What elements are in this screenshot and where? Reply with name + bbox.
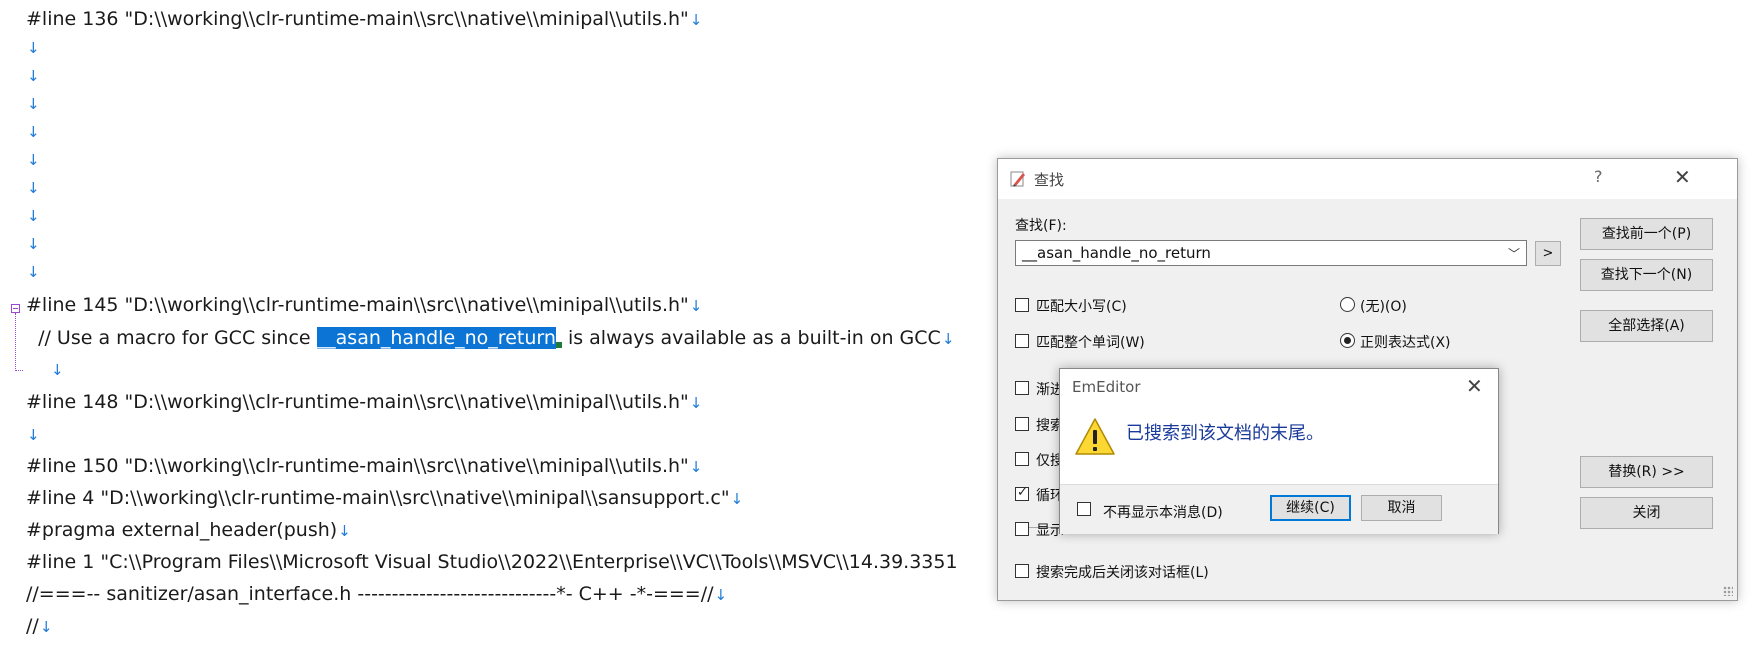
whole-word-label: 匹配整个单词(W)	[1036, 335, 1145, 351]
find-history-button[interactable]: >	[1535, 241, 1561, 266]
regex-radio[interactable]	[1340, 333, 1355, 348]
return-mark-icon: ↓	[27, 67, 40, 85]
code-line: //===-- sanitizer/asan_interface.h -----…	[26, 583, 728, 605]
return-mark-icon: ↓	[51, 361, 64, 379]
chevron-down-icon[interactable]: ﹀	[1508, 245, 1520, 262]
find-dialog-titlebar[interactable]: 查找 ? ✕	[998, 159, 1737, 199]
return-mark-icon: ↓	[714, 586, 728, 604]
find-input-value: __asan_handle_no_return	[1022, 244, 1211, 262]
regex-none-radio[interactable]	[1340, 297, 1355, 312]
return-mark-icon: ↓	[27, 95, 40, 113]
return-mark-icon: ↓	[27, 123, 40, 141]
regex-label: 正则表达式(X)	[1360, 335, 1451, 351]
select-all-button[interactable]: 全部选择(A)	[1580, 310, 1713, 342]
close-icon[interactable]: ✕	[1674, 165, 1691, 189]
return-mark-icon: ↓	[338, 522, 351, 540]
warning-icon	[1075, 418, 1115, 455]
return-mark-icon: ↓	[27, 151, 40, 169]
code-line: #pragma external_header(push)↓	[26, 519, 351, 541]
code-line: #line 136 "D:\\working\\clr-runtime-main…	[26, 8, 703, 30]
close-after-search-label: 搜索完成后关闭该对话框(L)	[1036, 565, 1209, 581]
match-case-label: 匹配大小写(C)	[1036, 299, 1127, 315]
fold-guide-end	[15, 370, 23, 371]
fold-collapse-icon[interactable]	[11, 304, 20, 313]
message-box: EmEditor ✕ 已搜索到该文档的末尾。 不再显示本消息(D) 继续(C) …	[1059, 368, 1499, 534]
code-line: // Use a macro for GCC since __asan_hand…	[26, 327, 955, 349]
dont-show-again-checkbox[interactable]	[1077, 502, 1091, 516]
code-line: ↓	[26, 229, 40, 257]
find-dialog-title: 查找	[1034, 171, 1065, 189]
message-box-footer: 不再显示本消息(D) 继续(C) 取消	[1060, 484, 1498, 534]
help-icon[interactable]: ?	[1594, 167, 1603, 186]
return-mark-icon: ↓	[689, 458, 703, 476]
fold-guide	[15, 313, 16, 371]
match-case-checkbox[interactable]	[1015, 298, 1029, 312]
find-input[interactable]: __asan_handle_no_return ﹀	[1015, 240, 1527, 266]
wrap-around-checkbox[interactable]	[1015, 485, 1029, 501]
code-line: ↓	[26, 33, 40, 61]
resize-grip-icon[interactable]	[1723, 586, 1733, 596]
code-line: ↓	[26, 117, 40, 145]
message-text: 已搜索到该文档的末尾。	[1126, 423, 1324, 444]
message-box-title: EmEditor	[1072, 378, 1141, 396]
continue-button[interactable]: 继续(C)	[1270, 495, 1351, 521]
return-mark-icon: ↓	[27, 39, 40, 57]
return-mark-icon: ↓	[39, 618, 53, 636]
code-line: #line 150 "D:\\working\\clr-runtime-main…	[26, 455, 703, 477]
whole-word-checkbox[interactable]	[1015, 334, 1029, 348]
code-line: //↓	[26, 615, 53, 637]
regex-none-label: (无)(O)	[1360, 299, 1407, 315]
show-option-checkbox[interactable]	[1015, 522, 1029, 536]
find-previous-button[interactable]: 查找前一个(P)	[1580, 218, 1713, 250]
close-after-search-checkbox[interactable]	[1015, 564, 1029, 578]
code-line: ↓	[26, 145, 40, 173]
close-button[interactable]: 关闭	[1580, 497, 1713, 529]
return-mark-icon: ↓	[730, 490, 744, 508]
return-mark-icon: ↓	[27, 426, 40, 444]
code-line: #line 1 "C:\\Program Files\\Microsoft Vi…	[26, 551, 958, 573]
cancel-button[interactable]: 取消	[1361, 495, 1442, 521]
find-next-button[interactable]: 查找下一个(N)	[1580, 259, 1713, 291]
code-line: ↓	[26, 201, 40, 229]
code-line: ↓	[26, 257, 40, 285]
emeditor-app-icon	[1010, 171, 1025, 187]
search-match-highlight: __asan_handle_no_return	[316, 327, 556, 349]
code-line: ↓	[50, 355, 64, 383]
code-line: ↓	[26, 420, 40, 448]
return-mark-icon: ↓	[27, 207, 40, 225]
code-line: #line 145 "D:\\working\\clr-runtime-main…	[26, 294, 703, 316]
incremental-checkbox[interactable]	[1015, 381, 1029, 395]
return-mark-icon: ↓	[689, 11, 703, 29]
replace-button[interactable]: 替换(R) >>	[1580, 456, 1713, 488]
code-line: ↓	[26, 89, 40, 117]
code-line: ↓	[26, 173, 40, 201]
find-label: 查找(F):	[1015, 218, 1067, 234]
code-line: #line 4 "D:\\working\\clr-runtime-main\\…	[26, 487, 744, 509]
return-mark-icon: ↓	[27, 235, 40, 253]
return-mark-icon: ↓	[941, 330, 955, 348]
return-mark-icon: ↓	[27, 263, 40, 281]
return-mark-icon: ↓	[27, 179, 40, 197]
code-line: #line 148 "D:\\working\\clr-runtime-main…	[26, 391, 703, 413]
return-mark-icon: ↓	[689, 297, 703, 315]
only-search-checkbox[interactable]	[1015, 452, 1029, 466]
dont-show-again-label: 不再显示本消息(D)	[1103, 505, 1223, 521]
search-option-checkbox[interactable]	[1015, 417, 1029, 431]
return-mark-icon: ↓	[689, 394, 703, 412]
code-line: ↓	[26, 61, 40, 89]
close-icon[interactable]: ✕	[1466, 374, 1483, 398]
